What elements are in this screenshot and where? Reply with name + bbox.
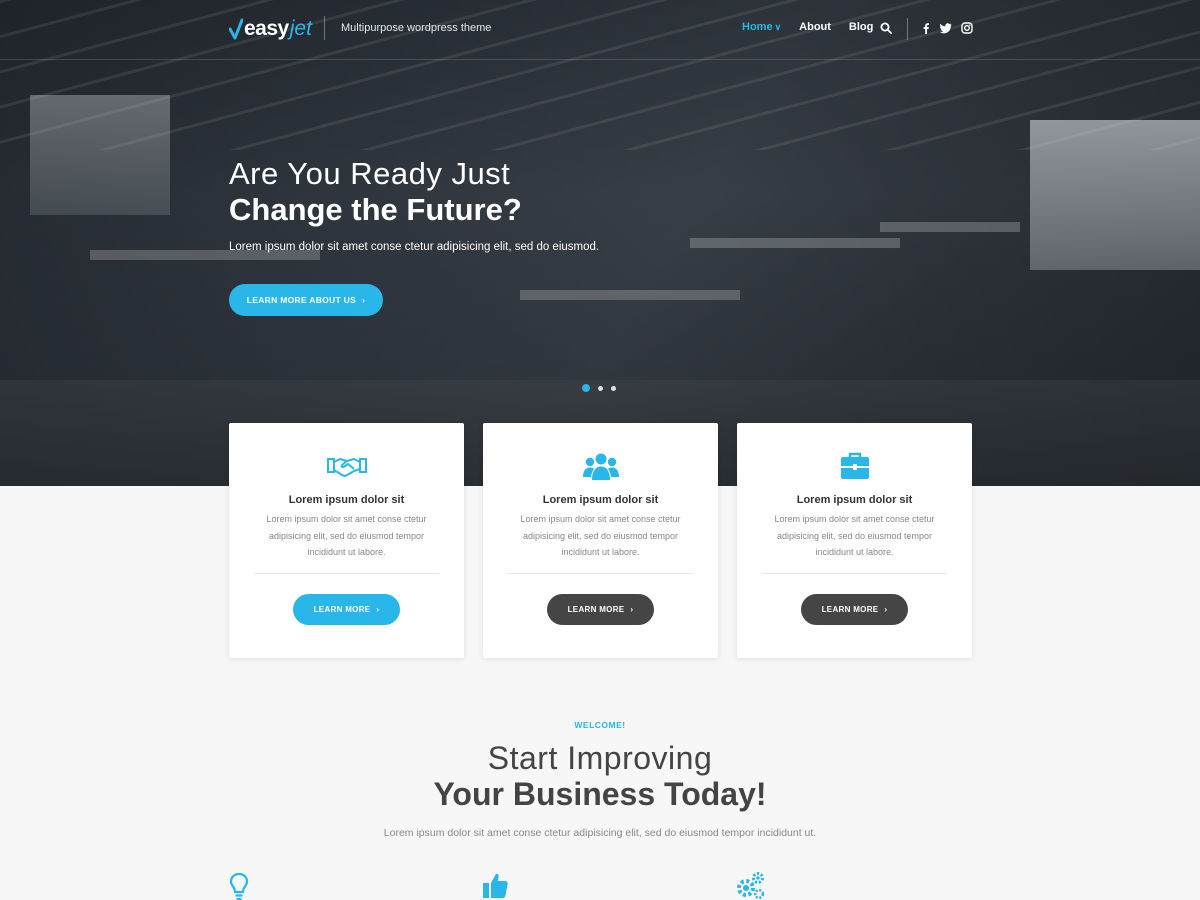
main-nav: Home ∨ About Blog [742, 21, 891, 33]
lightbulb-icon [229, 872, 249, 900]
feature-divider [508, 573, 693, 574]
feature-text: Lorem ipsum dolor sit amet conse ctetur … [520, 514, 681, 557]
learn-more-label: LEARN MORE [821, 605, 879, 614]
feature-card-2: Lorem ipsum dolor sit Lorem ipsum dolor … [483, 423, 718, 658]
logo-text-jet: jet [289, 17, 312, 40]
briefcase-icon [840, 452, 869, 479]
feature-divider [254, 573, 439, 574]
search-icon[interactable] [880, 22, 892, 34]
header-divider [324, 16, 325, 40]
feature-card-1: Lorem ipsum dolor sit Lorem ipsum dolor … [229, 423, 464, 658]
learn-more-about-us-button[interactable]: LEARN MORE ABOUT US › [229, 284, 383, 316]
thumbs-up-icon [483, 873, 508, 898]
users-icon [582, 453, 619, 480]
welcome-tag: WELCOME! [574, 720, 626, 730]
hero-photo-desk [690, 238, 900, 248]
chevron-right-icon: › [376, 605, 380, 614]
hero-button-label: LEARN MORE ABOUT US [246, 295, 357, 305]
feature-title: Lorem ipsum dolor sit [796, 494, 913, 506]
logo-text-easy: easy [244, 17, 289, 40]
nav-divider [907, 18, 908, 40]
learn-more-button[interactable]: LEARN MORE › [293, 594, 400, 625]
hero-banner: Are You Ready Just Change the Future? Lo… [0, 0, 1200, 486]
slider-dots [582, 384, 616, 392]
feature-divider [762, 573, 947, 574]
facebook-icon[interactable] [920, 22, 932, 34]
chevron-down-icon: ∨ [774, 22, 782, 32]
nav-item-label: Home [742, 21, 773, 33]
hero-photo-desk [880, 222, 1020, 232]
site-logo[interactable]: easy jet [229, 14, 312, 44]
feature-card-3: Lorem ipsum dolor sit Lorem ipsum dolor … [737, 423, 972, 658]
hero-subtitle: Lorem ipsum dolor sit amet conse ctetur … [229, 241, 600, 253]
nav-item-blog[interactable]: Blog [849, 21, 873, 33]
learn-more-label: LEARN MORE [567, 605, 625, 614]
slider-dot-3[interactable] [611, 385, 616, 391]
learn-more-button[interactable]: LEARN MORE › [801, 594, 908, 625]
slider-dot-1[interactable] [582, 384, 590, 392]
site-header: easy jet Multipurpose wordpress theme Ho… [0, 0, 1200, 60]
feature-text: Lorem ipsum dolor sit amet conse ctetur … [774, 514, 935, 557]
learn-more-label: LEARN MORE [313, 605, 371, 614]
welcome-subtitle: Lorem ipsum dolor sit amet conse ctetur … [383, 827, 817, 839]
feature-text: Lorem ipsum dolor sit amet conse ctetur … [266, 514, 427, 557]
feature-title: Lorem ipsum dolor sit [542, 494, 659, 506]
twitter-icon[interactable] [940, 22, 952, 34]
chevron-right-icon: › [884, 605, 888, 614]
hero-photo-window [1030, 120, 1200, 270]
hero-title-line2: Change the Future? [229, 192, 522, 227]
logo-check-icon [229, 18, 243, 40]
instagram-icon[interactable] [961, 22, 973, 34]
hero-photo-window-left [30, 95, 170, 215]
learn-more-button[interactable]: LEARN MORE › [547, 594, 654, 625]
hero-photo-desk [520, 290, 740, 300]
welcome-title-line1: Start Improving [487, 740, 713, 776]
welcome-title-line2: Your Business Today! [433, 776, 767, 812]
hero-title-line1: Are You Ready Just [229, 156, 511, 191]
nav-item-about[interactable]: About [799, 21, 831, 33]
gears-icon [737, 872, 765, 900]
slider-dot-2[interactable] [598, 385, 603, 391]
site-tagline: Multipurpose wordpress theme [341, 22, 492, 34]
chevron-right-icon: › [362, 295, 366, 305]
handshake-icon [326, 458, 367, 477]
chevron-right-icon: › [630, 605, 634, 614]
nav-item-home[interactable]: Home ∨ [742, 21, 781, 33]
feature-title: Lorem ipsum dolor sit [288, 494, 405, 506]
